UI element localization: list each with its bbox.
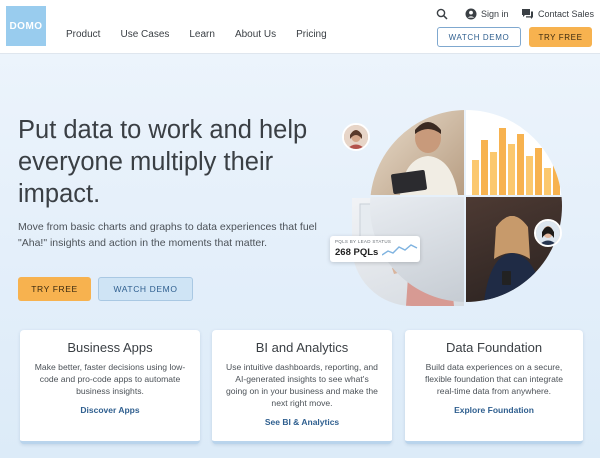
- card-description: Build data experiences on a secure, flex…: [424, 362, 564, 396]
- header-try-free-button[interactable]: TRY FREE: [529, 27, 592, 47]
- collage-bar-chart: [466, 110, 562, 195]
- logo-text: DOMO: [9, 20, 43, 32]
- sign-in-link[interactable]: Sign in: [465, 8, 509, 20]
- collage-photo-woman-phone: [466, 197, 562, 302]
- see-bi-analytics-link[interactable]: See BI & Analytics: [212, 417, 392, 427]
- nav-item-about-us[interactable]: About Us: [235, 29, 276, 40]
- avatar-woman-1: [342, 123, 370, 151]
- card-description: Use intuitive dashboards, reporting, and…: [226, 362, 378, 408]
- search-button[interactable]: [436, 8, 448, 20]
- card-title: Data Foundation: [445, 340, 543, 355]
- card-description: Make better, faster decisions using low-…: [34, 362, 186, 396]
- card-data-foundation: Data Foundation Build data experiences o…: [405, 330, 583, 444]
- chat-icon: [522, 9, 533, 19]
- explore-foundation-link[interactable]: Explore Foundation: [405, 405, 583, 415]
- nav-item-pricing[interactable]: Pricing: [296, 29, 327, 40]
- avatar-woman-2: [534, 219, 562, 247]
- sparkline-icon: [382, 244, 418, 256]
- contact-sales-label: Contact Sales: [538, 9, 595, 19]
- hero-subtitle: Move from basic charts and graphs to dat…: [18, 221, 317, 249]
- pql-stat-card: PQLS BY LEAD STATUS 268 PQLs: [330, 236, 420, 262]
- search-icon: [436, 8, 448, 20]
- card-title: Business Apps: [67, 340, 153, 355]
- hero-title: Put data to work and help everyone multi…: [18, 116, 308, 208]
- user-icon: [465, 8, 477, 20]
- sign-in-label: Sign in: [481, 9, 509, 19]
- hero-watch-demo-button[interactable]: WATCH DEMO: [98, 277, 193, 301]
- nav-item-use-cases[interactable]: Use Cases: [120, 29, 169, 40]
- card-bi-analytics: BI and Analytics Use intuitive dashboard…: [212, 330, 392, 444]
- domo-logo[interactable]: DOMO: [6, 6, 46, 46]
- photo-collage: [370, 110, 562, 302]
- nav-item-product[interactable]: Product: [66, 29, 100, 40]
- contact-sales-link[interactable]: Contact Sales: [521, 8, 594, 20]
- collage-photo-man-tablet: [370, 110, 464, 195]
- site-header: DOMO Product Use Cases Learn About Us Pr…: [0, 0, 600, 54]
- card-title: BI and Analytics: [255, 340, 349, 355]
- main-nav: Product Use Cases Learn About Us Pricing: [66, 29, 347, 40]
- card-business-apps: Business Apps Make better, faster decisi…: [20, 330, 200, 444]
- nav-item-learn[interactable]: Learn: [189, 29, 215, 40]
- hero-try-free-button[interactable]: TRY FREE: [18, 277, 91, 301]
- header-watch-demo-button[interactable]: WATCH DEMO: [437, 27, 521, 47]
- discover-apps-link[interactable]: Discover Apps: [20, 405, 200, 415]
- pql-value: 268 PQLs: [335, 247, 379, 258]
